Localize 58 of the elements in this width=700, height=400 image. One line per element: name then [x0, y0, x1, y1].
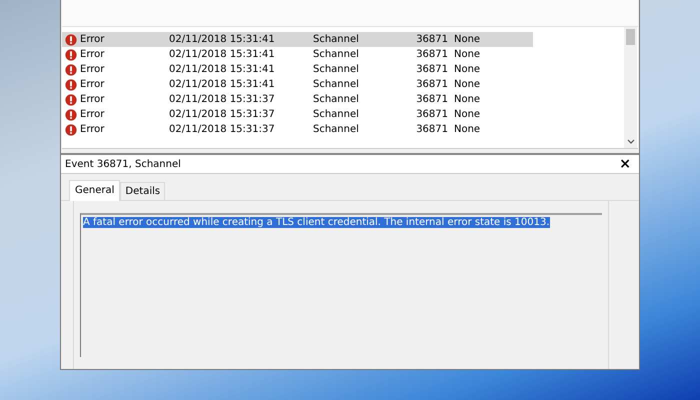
date-time-text: 02/11/2018 15:31:37 [169, 94, 276, 105]
event-row[interactable]: Error 02/11/2018 15:31:41 Schannel 36871 None [62, 77, 533, 92]
source-text: Schannel [313, 79, 360, 90]
error-icon [65, 124, 77, 136]
date-time-text: 02/11/2018 15:31:41 [169, 49, 276, 60]
description-text: A fatal error occurred while creating a TLS client credential. The internal error state is 10013. [83, 217, 550, 228]
event-id-text: 36871 [415, 94, 448, 105]
task-category-text: None [454, 109, 480, 120]
error-icon [65, 34, 77, 46]
error-icon [65, 48, 77, 60]
chevron-down-icon[interactable] [626, 139, 634, 144]
scrollbar-thumb[interactable] [626, 29, 635, 45]
source-text: Schannel [313, 49, 360, 60]
source-text: Schannel [313, 109, 360, 120]
event-row[interactable]: Error 02/11/2018 15:31:41 Schannel 36871 None [62, 32, 533, 47]
event-id-text: 36871 [415, 49, 448, 60]
event-id-text: 36871 [415, 34, 448, 45]
date-time-text: 02/11/2018 15:31:37 [169, 124, 276, 135]
date-time-text: 02/11/2018 15:31:41 [169, 79, 276, 90]
level-text: Error [80, 79, 104, 90]
date-time-text: 02/11/2018 15:31:37 [169, 109, 276, 120]
event-id-text: 36871 [415, 124, 448, 135]
source-text: Schannel [313, 64, 360, 75]
event-row[interactable]: Error 02/11/2018 15:31:37 Schannel 36871 None [62, 107, 533, 122]
level-text: Error [80, 109, 104, 120]
error-icon [65, 64, 77, 76]
level-text: Error [80, 124, 104, 135]
event-id-text: 36871 [415, 64, 448, 75]
date-time-text: 02/11/2018 15:31:41 [169, 64, 276, 75]
event-row[interactable]: Error 02/11/2018 15:31:37 Schannel 36871 None [62, 122, 533, 137]
level-text: Error [80, 49, 104, 60]
task-category-text: None [454, 34, 480, 45]
task-category-text: None [454, 49, 480, 60]
source-text: Schannel [313, 94, 360, 105]
level-text: Error [80, 34, 104, 45]
task-category-text: None [454, 79, 480, 90]
task-category-text: None [454, 94, 480, 105]
description-box[interactable]: A fatal error occurred while creating a TLS client credential. The internal error state is 10013. [80, 213, 602, 357]
event-row[interactable]: Error 02/11/2018 15:31:41 Schannel 36871 None [62, 47, 533, 62]
error-icon [65, 108, 77, 120]
source-text: Schannel [313, 34, 360, 45]
date-time-text: 02/11/2018 15:31:41 [169, 34, 276, 45]
task-category-text: None [454, 124, 480, 135]
pane-title: Event 36871, Schannel [65, 158, 181, 170]
close-button[interactable]: × [617, 157, 633, 171]
event-id-text: 36871 [415, 79, 448, 90]
event-id-text: 36871 [415, 109, 448, 120]
error-icon [65, 94, 77, 106]
level-text: Error [80, 94, 104, 105]
scrollbar[interactable] [624, 27, 637, 148]
task-category-text: None [454, 64, 480, 75]
source-text: Schannel [313, 124, 360, 135]
event-row[interactable]: Error 02/11/2018 15:31:41 Schannel 36871 None [62, 62, 533, 77]
level-text: Error [80, 64, 104, 75]
tab[interactable]: Details [120, 182, 166, 200]
tab[interactable]: General [69, 180, 120, 201]
event-row[interactable]: Error 02/11/2018 15:31:37 Schannel 36871 None [62, 92, 533, 107]
error-icon [65, 78, 77, 90]
